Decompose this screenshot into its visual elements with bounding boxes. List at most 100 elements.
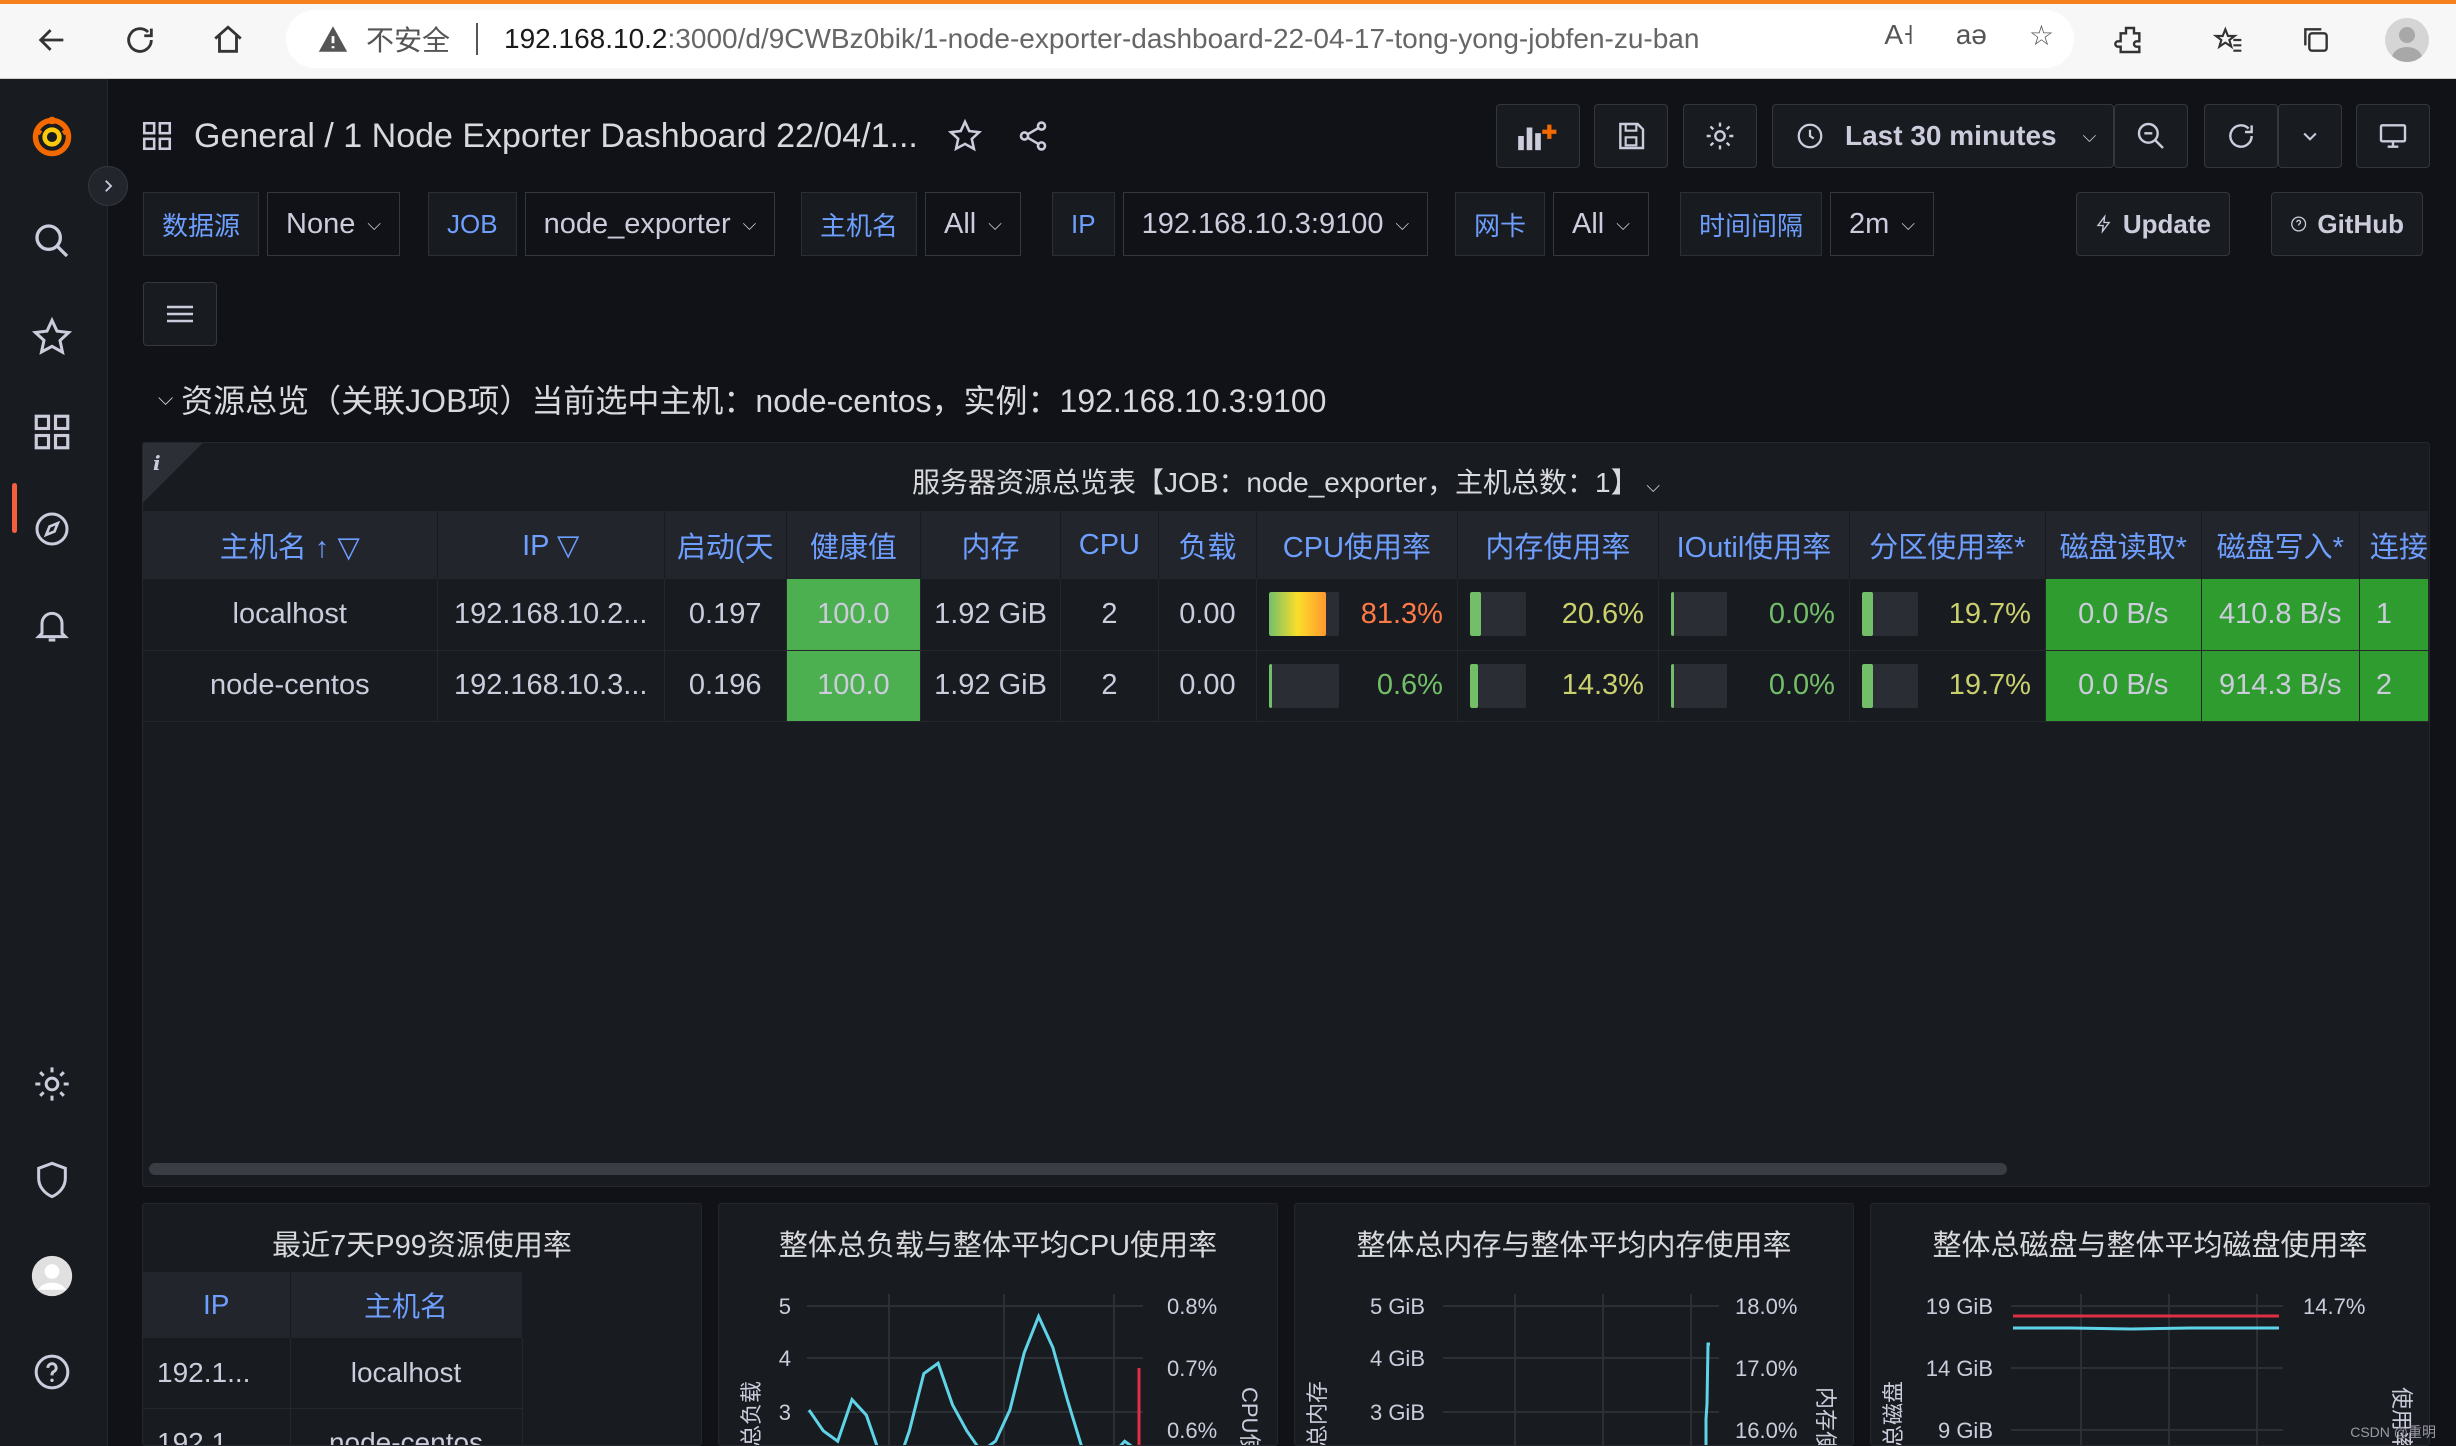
variable-select[interactable]: node_exporter ⌵ xyxy=(524,192,776,256)
user-avatar[interactable] xyxy=(30,1254,74,1298)
y-right-tick: 0.6% xyxy=(1167,1418,1217,1443)
server-admin-shield-icon[interactable] xyxy=(30,1158,74,1202)
help-icon[interactable] xyxy=(30,1350,74,1394)
sidebar-expand-button[interactable] xyxy=(88,166,128,206)
column-header-hostname[interactable]: 主机名 xyxy=(290,1272,523,1338)
url-path: :3000/d/9CWBz0bik/1-node-exporter-dashbo… xyxy=(667,23,1700,54)
home-icon[interactable] xyxy=(206,18,250,62)
variable-value: node_exporter xyxy=(543,207,731,240)
share-icon[interactable] xyxy=(1016,119,1050,153)
favorites-icon[interactable] xyxy=(2206,18,2250,62)
panel-title[interactable]: 服务器资源总览表【JOB：node_exporter，主机总数：1】 ⌵ xyxy=(143,461,2429,501)
y-left-tick: 5 xyxy=(779,1294,791,1319)
y-right-tick: 14.7% xyxy=(2303,1294,2365,1319)
variable-hostname: 主机名 All ⌵ xyxy=(801,192,1021,256)
cell-ip: 192.168.10.2... xyxy=(437,579,665,651)
alerting-bell-icon[interactable] xyxy=(30,603,74,647)
github-label: GitHub xyxy=(2317,208,2404,239)
column-header-ioutil[interactable]: IOutil使用率 xyxy=(1658,511,1850,579)
search-icon[interactable] xyxy=(30,219,74,263)
extensions-icon[interactable] xyxy=(2108,18,2152,62)
filter-icon[interactable]: ▽ xyxy=(337,532,359,564)
column-header-load[interactable]: 负载 xyxy=(1158,511,1257,579)
cell-cpu-usage: 0.6% xyxy=(1256,650,1458,722)
table-row: localhost 192.168.10.2... 0.197 100.0 1.92 G… xyxy=(143,579,2429,651)
gauge-track xyxy=(1469,663,1526,708)
disk-panel: 整体总磁盘与整体平均磁盘使用率 19 GiB 14 GiB 9 GiB 14.7… xyxy=(1870,1203,2430,1446)
cell-memory: 1.92 GiB xyxy=(920,650,1061,722)
column-header-cpu[interactable]: CPU xyxy=(1060,511,1159,579)
variable-value: 2m xyxy=(1849,207,1890,240)
translate-icon[interactable]: aə xyxy=(1956,19,1987,52)
address-bar-icons: A˧ aə ☆ xyxy=(1884,19,2054,52)
read-aloud-icon[interactable]: A˧ xyxy=(1884,19,1913,52)
horizontal-scrollbar[interactable] xyxy=(149,1163,2007,1175)
y-left-axis-label: 总磁盘 xyxy=(1881,1381,1906,1446)
y-right-tick: 0.8% xyxy=(1167,1294,1217,1319)
column-header-cpu-usage[interactable]: CPU使用率 xyxy=(1256,511,1458,579)
column-header-disk-read[interactable]: 磁盘读取* xyxy=(2045,511,2202,579)
grafana-logo-icon[interactable] xyxy=(30,115,74,159)
variable-select[interactable]: 192.168.10.3:9100 ⌵ xyxy=(1122,192,1429,256)
cell-ip: 192.1... xyxy=(143,1408,291,1445)
panel-title[interactable]: 最近7天P99资源使用率 xyxy=(143,1222,701,1264)
column-header-mem-usage[interactable]: 内存使用率 xyxy=(1457,511,1659,579)
column-header-hostname[interactable]: 主机名 ↑ ▽ xyxy=(143,511,438,579)
cell-connections: 2 xyxy=(2359,650,2429,722)
gauge-track xyxy=(1469,592,1526,637)
settings-gear-icon[interactable] xyxy=(30,1062,74,1106)
row-header[interactable]: ⌵ 资源总览（关联JOB项）当前选中主机：node-centos，实例：192.… xyxy=(158,376,1326,422)
grid-lines xyxy=(1443,1294,1719,1445)
save-dashboard-button[interactable] xyxy=(1594,104,1668,168)
column-header-disk-write[interactable]: 磁盘写入* xyxy=(2201,511,2360,579)
explore-icon[interactable] xyxy=(30,507,74,551)
table-header-row: 主机名 ↑ ▽ IP ▽ 启动(天 健康值 内存 CPU 负载 CPU使用率 内… xyxy=(143,511,2429,579)
chevron-down-icon: ⌵ xyxy=(1646,476,1661,496)
column-header-ip[interactable]: IP ▽ xyxy=(437,511,665,579)
github-link-button[interactable]: GitHub xyxy=(2271,192,2423,256)
refresh-interval-dropdown[interactable] xyxy=(2278,104,2342,168)
filter-icon[interactable]: ▽ xyxy=(557,530,579,562)
row-menu-button[interactable] xyxy=(143,282,217,346)
update-link-button[interactable]: Update xyxy=(2076,192,2230,256)
column-header-connections[interactable]: 连接 xyxy=(2359,511,2429,579)
table-row: 192.1... node-centos xyxy=(143,1408,523,1445)
column-header-ip[interactable]: IP xyxy=(143,1272,291,1338)
mark-favorite-star-icon[interactable] xyxy=(947,119,982,153)
tv-mode-button[interactable] xyxy=(2356,104,2430,168)
column-header-memory[interactable]: 内存 xyxy=(920,511,1061,579)
column-header-partition-usage[interactable]: 分区使用率* xyxy=(1849,511,2046,579)
address-bar[interactable]: 不安全 192.168.10.2:3000/d/9CWBz0bik/1-node… xyxy=(286,10,2074,68)
variable-select[interactable]: All ⌵ xyxy=(925,192,1021,256)
zoom-out-button[interactable] xyxy=(2114,104,2188,168)
add-favorite-icon[interactable]: ☆ xyxy=(2029,19,2054,52)
collections-icon[interactable] xyxy=(2294,18,2338,62)
starred-icon[interactable] xyxy=(30,315,74,359)
refresh-icon[interactable] xyxy=(118,18,162,62)
cell-memory: 1.92 GiB xyxy=(920,579,1061,651)
y-right-axis-label: CPU使用率 xyxy=(1237,1387,1262,1446)
browser-profile-avatar[interactable] xyxy=(2385,18,2429,62)
dashboard-settings-button[interactable] xyxy=(1683,104,1757,168)
insecure-label: 不安全 xyxy=(366,25,451,56)
cell-cpu-usage: 81.3% xyxy=(1256,579,1458,651)
variable-label: 网卡 xyxy=(1455,192,1546,256)
grafana-sidebar xyxy=(0,79,108,1446)
dashboards-icon[interactable] xyxy=(30,410,74,454)
column-header-health[interactable]: 健康值 xyxy=(786,511,922,579)
refresh-dashboard-button[interactable] xyxy=(2204,104,2278,168)
variable-value: All xyxy=(1572,207,1605,240)
help-circle-icon xyxy=(2291,216,2307,232)
variable-select[interactable]: 2m ⌵ xyxy=(1830,192,1934,256)
cell-hostname: localhost xyxy=(290,1338,523,1409)
cell-mem-usage: 20.6% xyxy=(1457,579,1659,651)
add-panel-button[interactable] xyxy=(1496,104,1580,168)
variable-select[interactable]: None ⌵ xyxy=(267,192,400,256)
gauge-value: 20.6% xyxy=(1561,597,1644,630)
back-icon[interactable] xyxy=(30,18,74,62)
column-header-uptime[interactable]: 启动(天 xyxy=(664,511,787,579)
variable-label: 时间间隔 xyxy=(1680,192,1823,256)
breadcrumb-text[interactable]: General / 1 Node Exporter Dashboard 22/0… xyxy=(194,117,918,156)
variable-select[interactable]: All ⌵ xyxy=(1553,192,1649,256)
time-range-picker[interactable]: Last 30 minutes ⌵ xyxy=(1772,104,2114,168)
